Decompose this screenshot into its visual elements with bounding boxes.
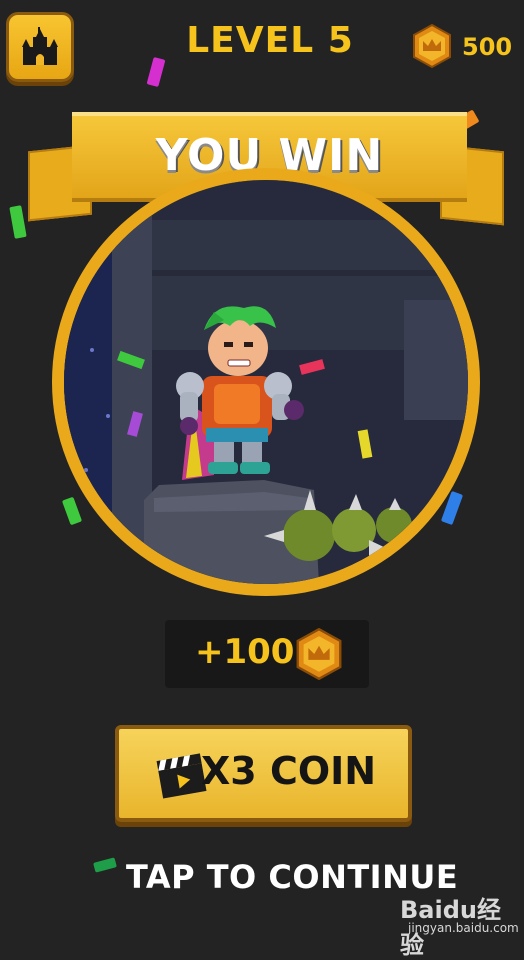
video-clapper-icon [156,753,207,799]
level-title: LEVEL 5 [186,20,354,61]
x3-coin-button[interactable]: X3 COIN [115,725,412,822]
watermark-url: jingyan.baidu.com [408,921,519,935]
confetti-piece [146,56,166,88]
victory-scene [52,168,480,596]
confetti-piece [9,205,27,239]
confetti-piece [93,857,117,873]
castle-icon [22,27,58,65]
crown-coin-icon [413,24,451,68]
x3-coin-label: X3 COIN [201,749,377,793]
confetti-piece [61,496,83,526]
home-button[interactable] [6,12,74,82]
crown-coin-icon [296,628,342,680]
scene-illustration [64,180,468,584]
coin-balance: 500 [462,33,513,61]
reward-amount: +100 [195,632,295,672]
